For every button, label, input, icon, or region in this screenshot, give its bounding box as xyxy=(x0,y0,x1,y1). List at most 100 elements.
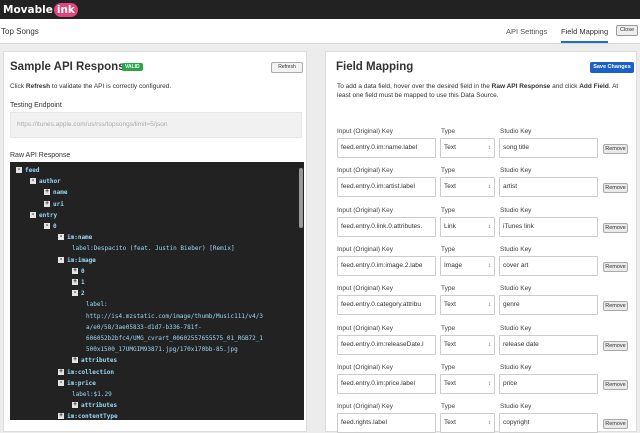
type-select[interactable]: Text ↕ xyxy=(440,138,495,158)
tree-node[interactable]: -2 xyxy=(72,290,85,297)
type-select[interactable]: Text ↕ xyxy=(440,177,495,198)
tree-node[interactable]: + attributes xyxy=(72,402,117,409)
type-select[interactable]: Link ↕ xyxy=(440,216,495,237)
tree-node[interactable]: - im:price xyxy=(58,379,96,387)
type-select-value: Text xyxy=(444,419,456,427)
collapse-icon[interactable]: - xyxy=(44,223,50,229)
type-select[interactable]: Text ↕ xyxy=(440,413,495,433)
select-arrow-icon: ↕ xyxy=(488,420,491,427)
tree-node-label: im:contentType xyxy=(67,413,118,420)
scrollbar[interactable] xyxy=(299,168,303,228)
studio-key-field[interactable]: iTunes link xyxy=(499,216,598,237)
studio-key-label: Studio Key xyxy=(500,285,532,293)
type-select-value: Text xyxy=(444,379,456,387)
studio-key-field[interactable]: release date xyxy=(499,334,598,355)
refresh-button[interactable]: Refresh xyxy=(271,62,303,73)
tree-node[interactable]: +1 xyxy=(72,279,85,286)
field-mapping-description: To add a data field, hover over the desi… xyxy=(337,83,619,99)
input-key-field[interactable]: feed.entry.0.im:price.label xyxy=(337,373,436,394)
remove-button[interactable]: Remove xyxy=(603,183,628,194)
input-key-field[interactable]: feed.entry.0.link.0.attributes. xyxy=(337,216,436,237)
studio-key-label: Studio Key xyxy=(500,324,532,332)
input-key-field[interactable]: feed.entry.0.im:name.label xyxy=(337,138,436,158)
studio-key-field[interactable]: artist xyxy=(499,177,598,198)
remove-button[interactable]: Remove xyxy=(603,419,628,430)
type-select-value: Link xyxy=(444,222,456,230)
tree-node[interactable]: - author xyxy=(30,178,61,185)
type-label: Type xyxy=(441,128,456,135)
remove-button[interactable]: Remove xyxy=(603,301,628,312)
tree-node[interactable]: + im:contentType xyxy=(58,413,118,420)
expand-icon[interactable]: + xyxy=(72,279,78,285)
tree-node[interactable]: + attributes xyxy=(72,357,117,364)
studio-key-field[interactable]: price xyxy=(499,373,598,394)
tree-node-label: author xyxy=(39,178,61,186)
expand-icon[interactable]: + xyxy=(44,189,50,196)
remove-button[interactable]: Remove xyxy=(603,379,628,390)
raw-api-response-tree[interactable]: - feed - author + name + uri - entry -0- im:name lab… xyxy=(10,162,304,420)
tree-node[interactable]: +0 xyxy=(72,267,85,275)
remove-button[interactable]: Remove xyxy=(603,144,628,154)
save-changes-button[interactable]: Save Changes xyxy=(590,62,634,73)
collapse-icon[interactable]: - xyxy=(72,290,78,297)
tree-node[interactable]: + name xyxy=(44,189,67,196)
remove-button[interactable]: Remove xyxy=(603,261,628,272)
endpoint-label: Testing Endpoint xyxy=(10,102,62,109)
input-key-field[interactable]: feed.rights.label xyxy=(337,413,436,433)
tree-node[interactable]: + uri xyxy=(44,200,64,208)
expand-icon[interactable]: + xyxy=(72,402,78,409)
input-key-field[interactable]: feed.entry.0.im:image.2.labe xyxy=(337,255,436,276)
tree-node[interactable]: - feed xyxy=(16,167,39,174)
type-select[interactable]: Text ↕ xyxy=(440,295,495,316)
type-select[interactable]: Text ↕ xyxy=(440,373,495,394)
refresh-instruction: Click Refresh to validate the API is cor… xyxy=(10,83,172,90)
tree-node[interactable]: - entry xyxy=(30,211,57,219)
close-button[interactable]: Close xyxy=(616,25,638,36)
type-label: Type xyxy=(441,363,456,371)
type-select[interactable]: Text ↕ xyxy=(440,334,495,355)
endpoint-field[interactable]: https://itunes.apple.com/us/rss/topsongs… xyxy=(10,112,302,138)
type-select-value: Text xyxy=(444,340,456,348)
tab-field-mapping[interactable]: Field Mapping xyxy=(561,27,609,43)
expand-icon[interactable]: + xyxy=(58,368,64,375)
collapse-icon[interactable]: - xyxy=(30,211,36,218)
expand-icon[interactable]: + xyxy=(72,267,78,274)
tree-node-label: attributes xyxy=(81,357,118,365)
tree-value: 500x1500_17UMGIM93871.jpg/170x170bb-85.j… xyxy=(86,346,238,353)
type-label: Type xyxy=(441,245,456,253)
remove-button[interactable]: Remove xyxy=(603,340,628,351)
collapse-icon[interactable]: - xyxy=(58,379,64,386)
type-select[interactable]: Image ↕ xyxy=(440,255,495,276)
tree-node[interactable]: -0 xyxy=(44,223,57,230)
collapse-icon[interactable]: - xyxy=(30,178,36,185)
tree-value: http://is4.mzstatic.com/image/thumb/Musi… xyxy=(86,313,263,320)
tree-node[interactable]: + im:collection xyxy=(58,368,114,376)
movable-ink-logo[interactable]: Movable ink xyxy=(3,2,78,17)
tree-node-label: label:Despacito (feat. Justin Bieber) [R… xyxy=(72,245,235,253)
input-key-field[interactable]: feed.entry.0.im:releaseDate.l xyxy=(337,334,436,355)
expand-icon[interactable]: + xyxy=(44,200,50,207)
collapse-icon[interactable]: - xyxy=(58,256,64,263)
input-key-field[interactable]: feed.entry.0.im:artist.label xyxy=(337,177,436,198)
tab-api-settings[interactable]: API Settings xyxy=(506,27,547,36)
remove-button[interactable]: Remove xyxy=(603,222,628,233)
tree-node-label: 1 xyxy=(81,279,85,286)
input-key-field[interactable]: feed.entry.0.category.attribu xyxy=(337,295,436,316)
studio-key-field[interactable]: copyright xyxy=(499,413,598,433)
tree-node[interactable]: - im:name xyxy=(58,234,92,241)
collapse-icon[interactable]: - xyxy=(58,234,64,241)
tree-node[interactable]: - im:image xyxy=(58,256,96,264)
studio-key-field[interactable]: song title xyxy=(499,138,598,158)
expand-icon[interactable]: + xyxy=(72,357,78,364)
studio-key-field[interactable]: genre xyxy=(499,295,598,316)
type-label: Type xyxy=(441,403,456,411)
studio-key-field[interactable]: cover art xyxy=(499,255,598,276)
tree-node-label: 500x1500_17UMGIM93871.jpg/170x170bb-85.j… xyxy=(86,346,238,354)
type-label: Type xyxy=(441,167,456,175)
tree-node-label: name xyxy=(53,189,68,197)
tree-node-label: label: xyxy=(86,301,108,309)
expand-icon[interactable]: + xyxy=(58,413,64,420)
select-arrow-icon: ↕ xyxy=(488,380,491,387)
select-arrow-icon: ↕ xyxy=(488,184,491,191)
collapse-icon[interactable]: - xyxy=(16,167,22,173)
